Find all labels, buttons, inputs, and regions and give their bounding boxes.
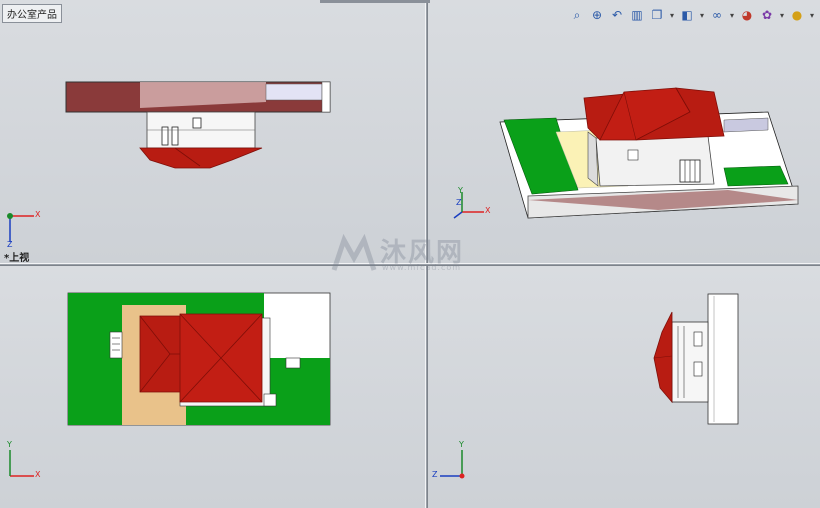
axis-triad-plan: X Y: [4, 440, 44, 484]
chevron-down-icon[interactable]: ▾: [778, 6, 786, 24]
hide-show-items-icon[interactable]: ∞: [708, 6, 726, 24]
axis-y-label: Y: [7, 440, 12, 449]
view-orientation-icon[interactable]: ❐: [648, 6, 666, 24]
zoom-to-fit-icon[interactable]: ⌕: [568, 6, 586, 24]
section-view-icon[interactable]: ▥: [628, 6, 646, 24]
assembly-tab[interactable]: 办公室产品: [2, 4, 62, 23]
viewport-plan-view[interactable]: X Y: [0, 266, 425, 508]
view-settings-icon[interactable]: ●: [788, 6, 806, 24]
top-view-model: [65, 81, 331, 169]
view-label: *上视: [4, 253, 30, 263]
viewport-side-view[interactable]: Z Y: [428, 266, 820, 508]
plan-view-model: [67, 292, 331, 426]
display-style-icon[interactable]: ◧: [678, 6, 696, 24]
axis-triad: X Z: [4, 206, 44, 250]
viewport-splitter-vertical[interactable]: [425, 0, 428, 508]
chevron-down-icon[interactable]: ▾: [668, 6, 676, 24]
chevron-down-icon[interactable]: ▾: [728, 6, 736, 24]
viewport-top-view[interactable]: X Z *上视 办公室产品: [0, 0, 425, 263]
axis-x-label: X: [35, 470, 41, 479]
edit-appearance-icon[interactable]: ◕: [738, 6, 756, 24]
apply-scene-icon[interactable]: ✿: [758, 6, 776, 24]
axis-triad-iso: X Y Z: [450, 186, 490, 222]
axis-z-label: Z: [456, 198, 462, 207]
viewport-isometric-view[interactable]: X Y Z ⌕ ⊕ ↶ ▥ ❐ ▾ ◧ ▾ ∞ ▾ ◕ ✿ ▾ ● ▾: [428, 0, 820, 263]
axis-x-label: X: [485, 206, 491, 215]
isometric-model: [499, 87, 799, 219]
axis-y-label: Y: [459, 440, 464, 449]
previous-view-icon[interactable]: ↶: [608, 6, 626, 24]
top-scroll-strip: [320, 0, 430, 3]
side-view-model: [653, 293, 739, 425]
chevron-down-icon[interactable]: ▾: [808, 6, 816, 24]
view-toolbar: ⌕ ⊕ ↶ ▥ ❐ ▾ ◧ ▾ ∞ ▾ ◕ ✿ ▾ ● ▾: [568, 6, 816, 24]
axis-x-label: X: [35, 210, 41, 219]
zoom-area-icon[interactable]: ⊕: [588, 6, 606, 24]
axis-y-label: Y: [458, 186, 463, 195]
chevron-down-icon[interactable]: ▾: [698, 6, 706, 24]
viewport-splitter-horizontal[interactable]: [0, 263, 820, 266]
axis-z-label: Z: [432, 470, 438, 479]
axis-triad-side: Z Y: [432, 440, 472, 484]
axis-z-label: Z: [7, 240, 13, 249]
